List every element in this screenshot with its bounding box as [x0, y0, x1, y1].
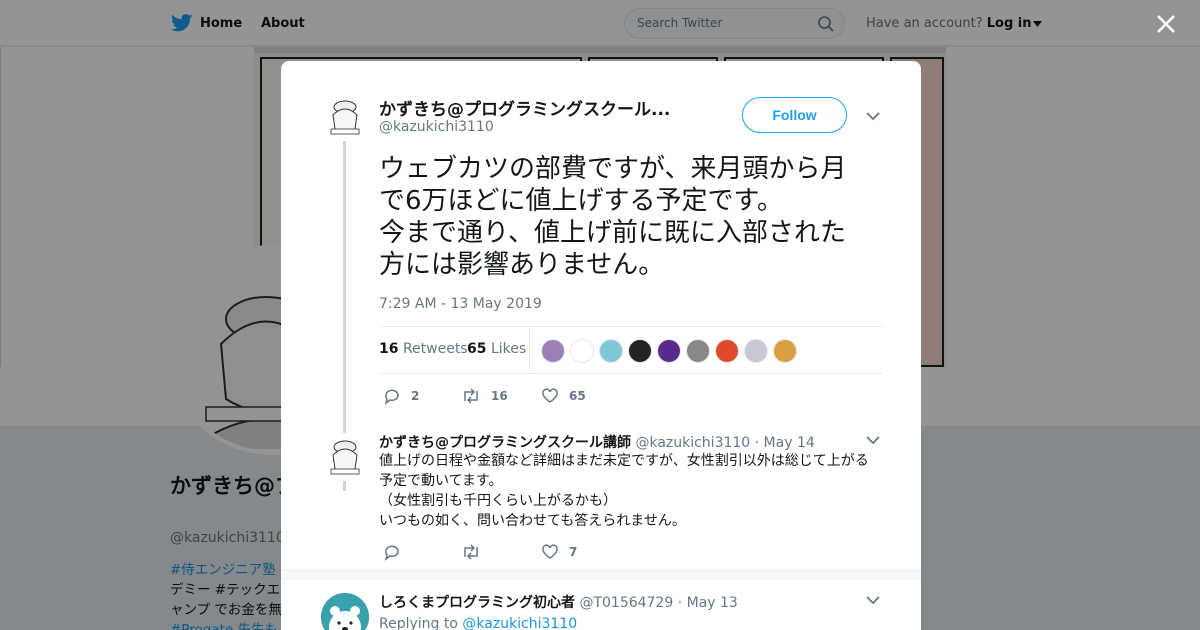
liker-avatar[interactable]: [773, 339, 797, 363]
reply2-header: しろくまプログラミング初心者 @T01564729 · May 13: [379, 592, 738, 612]
like-count: 7: [569, 545, 578, 559]
liker-avatar[interactable]: [541, 339, 565, 363]
avatar-illustration: [321, 433, 369, 481]
liker-avatar[interactable]: [715, 339, 739, 363]
retweet-icon: [464, 544, 478, 560]
reply-header: かずきち@プログラミングスクール講師 @kazukichi3110 · May …: [379, 432, 815, 452]
reply-action[interactable]: 2: [383, 387, 419, 405]
tweet-stats: 16 Retweets 65 Likes: [378, 326, 882, 374]
liker-avatar[interactable]: [599, 339, 623, 363]
thread-separator: [281, 570, 921, 580]
reply-text-line: 値上げの日程や金額など詳細はまだ未定ですが、女性割引以外は総じて上がる: [379, 453, 869, 469]
liker-avatar[interactable]: [628, 339, 652, 363]
reply-action[interactable]: [383, 543, 411, 561]
like-count: 65: [569, 389, 586, 403]
reply-text-line: （女性割引も千円くらい上がるかも）: [379, 493, 617, 509]
reply2-author-avatar[interactable]: [321, 593, 369, 630]
tweet-author-name[interactable]: かずきち@プログラミングスクール...: [379, 95, 670, 120]
reply-text-line: 予定で動いてます。: [379, 473, 503, 489]
like-action[interactable]: 65: [541, 387, 586, 405]
reply-icon: [384, 545, 399, 561]
reply-text-line: いつもの如く、問い合わせても答えられません。: [379, 513, 686, 529]
likes-label: Likes: [490, 341, 527, 357]
reply-author-name[interactable]: かずきち@プログラミングスクール講師: [379, 435, 631, 451]
heart-icon: [542, 544, 558, 559]
reply-text: 値上げの日程や金額など詳細はまだ未定ですが、女性割引以外は総じて上がる 予定で動…: [379, 451, 889, 531]
liker-avatar[interactable]: [657, 339, 681, 363]
like-action[interactable]: 7: [541, 543, 577, 561]
tweet-author-avatar[interactable]: [321, 93, 369, 141]
heart-icon: [542, 388, 558, 403]
tweet-text-line: 今まで通り、値上げ前に既に入部された: [379, 218, 846, 248]
replying-to-handle[interactable]: @kazukichi3110: [462, 616, 577, 630]
likes-stat[interactable]: 65 Likes: [467, 341, 526, 357]
tweet-text-line: 方には影響ありません。: [379, 250, 665, 280]
reply-icon: [384, 389, 399, 405]
reply2-author-handle[interactable]: @T01564729: [579, 595, 673, 611]
tweet-timestamp[interactable]: 7:29 AM - 13 May 2019: [379, 296, 542, 312]
stats-divider: [529, 327, 530, 373]
liker-avatar[interactable]: [744, 339, 768, 363]
retweets-label: Retweets: [402, 341, 468, 357]
reply2-author-name[interactable]: しろくまプログラミング初心者: [379, 595, 575, 611]
likes-count: 65: [467, 341, 487, 357]
tweet-modal: かずきち@プログラミングスクール... @kazukichi3110 Follo…: [281, 61, 921, 630]
follow-button[interactable]: Follow: [742, 97, 847, 133]
reply-count: 2: [411, 389, 420, 403]
retweet-action[interactable]: [461, 543, 491, 561]
retweet-action[interactable]: 16: [461, 387, 508, 405]
tweet-author-handle[interactable]: @kazukichi3110: [379, 119, 494, 135]
retweet-count: 16: [491, 389, 508, 403]
chevron-down-icon[interactable]: [866, 435, 880, 445]
avatar-illustration: [321, 93, 369, 141]
tweet-text-line: ウェブカツの部費ですが、来月頭から月: [379, 154, 847, 184]
reply-date[interactable]: · May 14: [755, 435, 815, 451]
tweet-text-line: で6万ほどに値上げする予定です。: [379, 186, 783, 216]
close-icon[interactable]: [1154, 12, 1178, 36]
replying-to: Replying to @kazukichi3110: [379, 616, 577, 630]
chevron-down-icon[interactable]: [866, 595, 880, 605]
retweets-stat[interactable]: 16 Retweets: [379, 341, 468, 357]
tweet-text: ウェブカツの部費ですが、来月頭から月 で6万ほどに値上げする予定です。 今まで通…: [379, 153, 889, 281]
reply-author-avatar[interactable]: [321, 433, 369, 481]
polar-bear-avatar-icon: [321, 593, 369, 630]
liker-avatar[interactable]: [686, 339, 710, 363]
liker-avatar[interactable]: [570, 339, 594, 363]
retweets-count: 16: [379, 341, 399, 357]
replying-to-label: Replying to: [379, 616, 458, 630]
retweet-icon: [464, 388, 478, 404]
reply-author-handle[interactable]: @kazukichi3110: [635, 435, 750, 451]
chevron-down-icon[interactable]: [866, 111, 880, 121]
reply2-date[interactable]: · May 13: [678, 595, 738, 611]
